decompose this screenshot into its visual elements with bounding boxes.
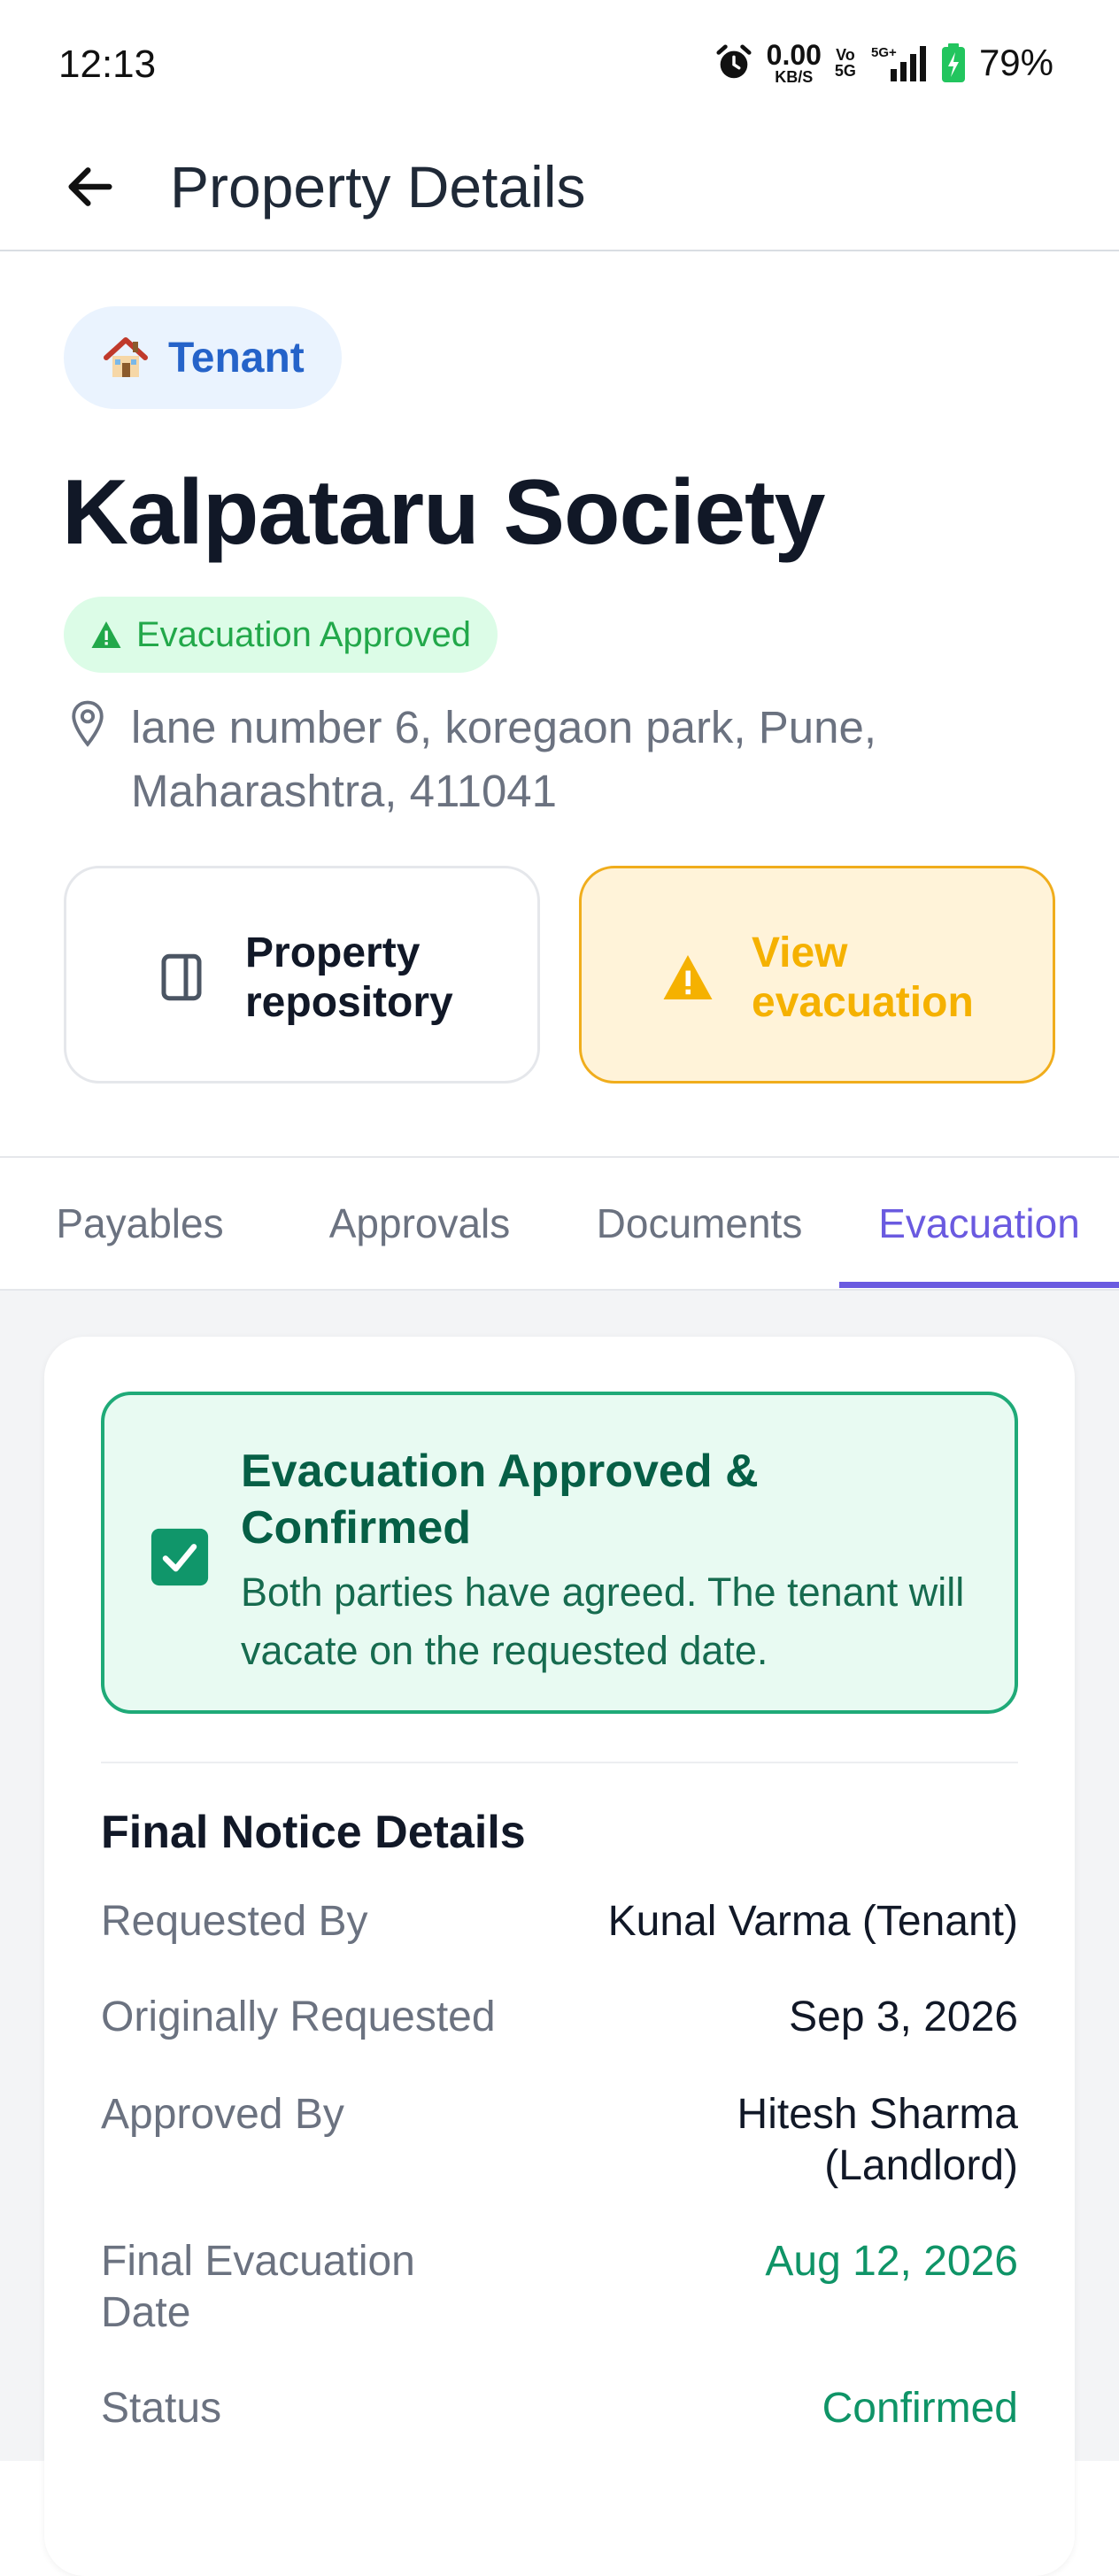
battery-charging-icon <box>941 43 965 82</box>
tab-documents[interactable]: Documents <box>560 1158 839 1289</box>
confirmation-banner: Evacuation Approved & Confirmed Both par… <box>101 1392 1018 1714</box>
house-icon <box>104 337 148 377</box>
requested-by-value: Kunal Varma (Tenant) <box>607 1898 1018 1945</box>
final-evacuation-date-value: Aug 12, 2026 <box>765 2238 1018 2285</box>
warning-icon <box>663 955 713 999</box>
back-button[interactable] <box>55 124 126 250</box>
address-text: lane number 6, koregaon park, Pune, Maha… <box>131 696 1043 823</box>
tab-evacuation[interactable]: Evacuation <box>839 1158 1119 1289</box>
approved-by-value: Hitesh Sharma (Landlord) <box>737 2089 1018 2192</box>
status-bar: 12:13 0.00 KB/S Vo 5G 5G+ 79% <box>0 0 1119 124</box>
approved-by-value-line-1: Hitesh Sharma <box>737 2091 1018 2138</box>
checkbox-checked-icon <box>150 1528 209 1586</box>
tab-approvals[interactable]: Approvals <box>280 1158 560 1289</box>
status-time: 12:13 <box>58 42 157 86</box>
confirmation-description-line-2: vacate on the requested date. <box>241 1628 768 1673</box>
view-evacuation-label: View evacuation <box>752 929 974 1028</box>
address-line-2: Maharashtra, 411041 <box>131 766 558 816</box>
volte-indicator: Vo 5G <box>834 47 857 79</box>
alarm-icon <box>716 44 752 79</box>
active-tab-indicator <box>839 1282 1119 1288</box>
battery-percent: 79% <box>978 42 1053 83</box>
net-speed-unit: KB/S <box>775 68 814 86</box>
status-badge: Evacuation Approved <box>64 597 498 673</box>
originally-requested-label: Originally Requested <box>101 1994 496 2040</box>
role-label: Tenant <box>168 334 305 382</box>
status-value: Confirmed <box>822 2385 1018 2432</box>
confirmation-description: Both parties have agreed. The tenant wil… <box>241 1563 1002 1680</box>
location-pin-icon <box>72 700 104 747</box>
confirmation-title-line-2: Confirmed <box>241 1502 471 1554</box>
final-evacuation-date-label-line-2: Date <box>101 2289 191 2336</box>
property-repository-label-line-2: repository <box>245 979 453 1026</box>
view-evacuation-label-line-1: View <box>752 929 848 976</box>
property-repository-label: Property repository <box>245 929 453 1028</box>
arrow-left-icon <box>68 167 112 206</box>
book-icon <box>161 953 202 1001</box>
final-evacuation-date-label-line-1: Final Evacuation <box>101 2238 415 2285</box>
net-speed-value: 0.00 <box>766 39 822 71</box>
status-badge-label: Evacuation Approved <box>136 614 472 654</box>
signal-icon: 5G+ <box>871 45 926 81</box>
tab-bar: Payables Approvals Documents Evacuation <box>0 1156 1119 1291</box>
property-name: Kalpataru Society <box>62 461 826 564</box>
warning-icon <box>91 621 121 648</box>
confirmation-title-line-1: Evacuation Approved & <box>241 1446 759 1497</box>
page-title: Property Details <box>170 154 586 220</box>
property-repository-button[interactable]: Property repository <box>64 866 540 1084</box>
status-icons: 0.00 KB/S Vo 5G 5G+ 79% <box>714 41 1053 85</box>
final-notice-title: Final Notice Details <box>101 1807 526 1858</box>
network-label: 5G+ <box>871 45 897 60</box>
confirmation-title: Evacuation Approved & Confirmed <box>241 1443 984 1556</box>
view-evacuation-label-line-2: evacuation <box>752 979 974 1026</box>
volte-top: Vo <box>836 46 855 64</box>
net-speed: 0.00 KB/S <box>767 41 822 85</box>
originally-requested-value: Sep 3, 2026 <box>789 1994 1018 2040</box>
final-evacuation-date-label: Final Evacuation Date <box>101 2236 415 2339</box>
property-repository-label-line-1: Property <box>245 929 421 976</box>
requested-by-label: Requested By <box>101 1898 368 1945</box>
status-label: Status <box>101 2385 222 2432</box>
address-line-1: lane number 6, koregaon park, Pune, <box>131 702 877 752</box>
approved-by-label: Approved By <box>101 2091 344 2138</box>
volte-bottom: 5G <box>834 62 856 80</box>
app-bar: Property Details <box>0 124 1119 251</box>
confirmation-description-line-1: Both parties have agreed. The tenant wil… <box>241 1570 965 1615</box>
evacuation-panel: Evacuation Approved & Confirmed Both par… <box>44 1337 1075 2576</box>
view-evacuation-button[interactable]: View evacuation <box>579 866 1055 1084</box>
tab-payables[interactable]: Payables <box>0 1158 280 1289</box>
role-chip: Tenant <box>64 306 342 409</box>
approved-by-value-line-2: (Landlord) <box>824 2142 1018 2189</box>
divider <box>101 1762 1018 1763</box>
